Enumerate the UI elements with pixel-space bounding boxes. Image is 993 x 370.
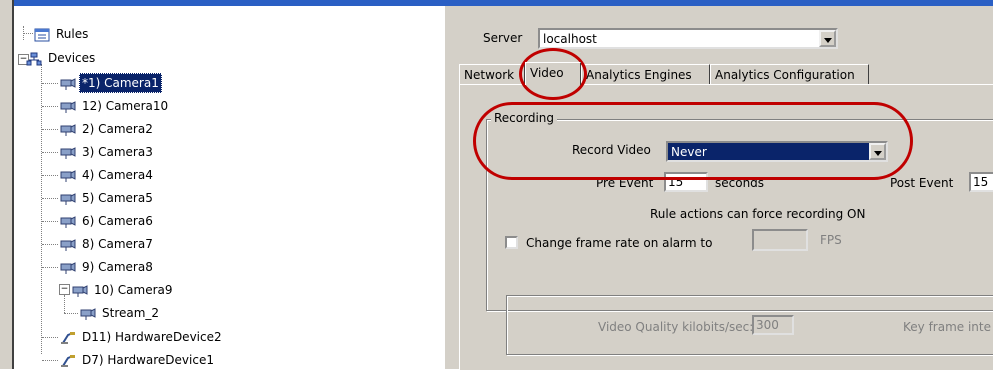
tree-line (41, 64, 42, 354)
post-event-label: Post Event (890, 176, 954, 190)
tree-item-camera5[interactable]: 5) Camera5 (60, 188, 156, 208)
tree-item-devices[interactable]: Devices (26, 48, 98, 68)
tree-line (42, 244, 58, 245)
tree-line (42, 360, 58, 361)
tree-item-label: 2) Camera2 (82, 122, 153, 136)
properties-panel: Server localhost Network Video Analytics… (453, 6, 993, 370)
tree-line (42, 337, 58, 338)
tree-item-stream-2[interactable]: Stream_2 (80, 303, 162, 323)
tree-item-label: Devices (48, 51, 96, 65)
tree-item-label: 3) Camera3 (82, 145, 153, 159)
key-frame-interval-label: Key frame inte (903, 320, 991, 334)
tree-item-rules[interactable]: Rules (34, 24, 91, 44)
tree-item-camera4[interactable]: 4) Camera4 (60, 165, 156, 185)
tree-line (42, 152, 58, 153)
tree-item-hardware-device2[interactable]: D11) HardwareDevice2 (60, 327, 225, 347)
tree-item-label: D11) HardwareDevice2 (82, 330, 222, 344)
force-recording-note: Rule actions can force recording ON (650, 207, 866, 221)
tree-item-label: *1) Camera1 (79, 73, 162, 93)
server-select[interactable]: localhost (538, 28, 838, 49)
camera-icon (60, 123, 76, 136)
camera-icon (60, 146, 76, 159)
frame-rate-input[interactable] (752, 229, 808, 251)
camera-icon (60, 169, 76, 182)
device-tree[interactable]: − − Rules Devices *1) Camera1 12) Camera… (14, 6, 445, 369)
camera9-collapse-toggle[interactable]: − (59, 284, 70, 295)
tree-item-camera6[interactable]: 6) Camera6 (60, 211, 156, 231)
tab-network[interactable]: Network (459, 64, 525, 84)
camera-icon (60, 238, 76, 251)
tree-item-camera3[interactable]: 3) Camera3 (60, 142, 156, 162)
tree-line (42, 221, 58, 222)
tree-line (42, 83, 58, 84)
hardware-device-icon (61, 354, 75, 367)
post-event-input[interactable]: 15 (969, 172, 993, 192)
tab-label: Network (464, 68, 515, 82)
camera-icon (72, 284, 88, 297)
server-value: localhost (543, 32, 597, 46)
tree-item-label: 10) Camera9 (94, 283, 173, 297)
camera-icon (60, 77, 76, 90)
tree-line (64, 313, 78, 314)
tree-item-label: 8) Camera7 (82, 237, 153, 251)
tree-item-label: Stream_2 (102, 306, 160, 320)
recording-highlight (473, 102, 913, 180)
camera-icon (60, 192, 76, 205)
tree-item-label: 9) Camera8 (82, 260, 153, 274)
tab-label: Video (530, 66, 564, 80)
camera-icon (60, 261, 76, 274)
tree-line (42, 175, 58, 176)
server-label: Server (483, 31, 523, 45)
tree-line (42, 106, 58, 107)
chevron-down-icon[interactable] (819, 30, 836, 47)
camera-icon (60, 215, 76, 228)
tree-item-label: 12) Camera10 (82, 99, 169, 113)
tree-item-camera9[interactable]: 10) Camera9 (72, 280, 176, 300)
video-quality-label: Video Quality kilobits/sec: (598, 320, 754, 334)
tree-item-camera7[interactable]: 8) Camera7 (60, 234, 156, 254)
tree-line (42, 198, 58, 199)
camera-icon (60, 100, 76, 113)
left-window-edge (0, 0, 14, 369)
tree-item-label: 4) Camera4 (82, 168, 153, 182)
hardware-device-icon (61, 331, 75, 344)
video-quality-input[interactable]: 300 (752, 315, 794, 335)
tree-line (42, 267, 58, 268)
tree-line (64, 295, 65, 313)
tab-video[interactable]: Video (525, 62, 581, 85)
change-frame-rate-checkbox[interactable] (505, 236, 518, 249)
tab-label: Analytics Engines (586, 68, 692, 82)
tab-label: Analytics Configuration (715, 68, 855, 82)
tree-item-label: 6) Camera6 (82, 214, 153, 228)
tree-item-camera2[interactable]: 2) Camera2 (60, 119, 156, 139)
tree-item-label: D7) HardwareDevice1 (82, 353, 214, 367)
rules-icon (34, 28, 50, 41)
tree-item-camera1[interactable]: *1) Camera1 (60, 73, 162, 93)
tree-line (42, 129, 58, 130)
tree-item-label: 5) Camera5 (82, 191, 153, 205)
tree-item-camera10[interactable]: 12) Camera10 (60, 96, 171, 116)
tree-line (23, 33, 33, 34)
tree-item-camera8[interactable]: 9) Camera8 (60, 257, 156, 277)
devices-icon (26, 52, 42, 65)
tree-item-label: Rules (56, 27, 89, 41)
fps-unit: FPS (820, 233, 842, 247)
tree-item-hardware-device1[interactable]: D7) HardwareDevice1 (60, 350, 217, 370)
change-frame-rate-label: Change frame rate on alarm to (526, 236, 713, 250)
camera-icon (80, 307, 96, 320)
tab-analytics-engines[interactable]: Analytics Engines (581, 64, 710, 84)
tab-analytics-configuration[interactable]: Analytics Configuration (710, 64, 869, 84)
